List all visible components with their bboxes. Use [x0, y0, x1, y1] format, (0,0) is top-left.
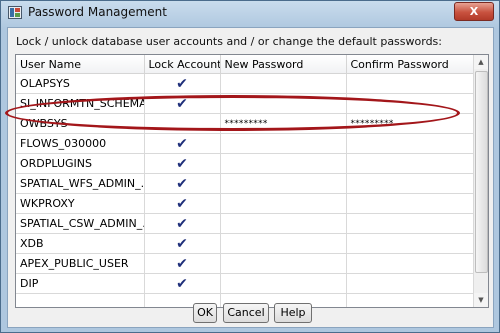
lock-account-cell[interactable]: ✔ [144, 173, 221, 194]
confirm-password-cell[interactable] [346, 233, 474, 254]
user-name-cell[interactable]: SPATIAL_WFS_ADMIN_... [16, 173, 145, 194]
lock-account-cell[interactable]: ✔ [144, 253, 221, 274]
table-row[interactable]: FLOWS_030000 ✔ [16, 133, 474, 154]
new-password-cell[interactable] [220, 133, 347, 154]
new-password-cell[interactable] [220, 173, 347, 194]
accounts-table: User Name Lock Account? New Password Con… [16, 55, 474, 307]
title-bar[interactable]: Password Management X [1, 1, 499, 25]
lock-account-cell[interactable]: ✔ [144, 153, 221, 174]
lock-account-cell[interactable]: ✔ [144, 233, 221, 254]
lock-account-cell[interactable]: ✔ [144, 213, 221, 234]
user-name-cell[interactable]: SPATIAL_CSW_ADMIN_... [16, 213, 145, 234]
user-name-cell[interactable]: OLAPSYS [16, 73, 145, 94]
highlight-ellipse [5, 95, 460, 131]
table-row[interactable]: ORDPLUGINS ✔ [16, 153, 474, 174]
column-header-new-password[interactable]: New Password [220, 55, 347, 74]
app-icon [8, 6, 22, 19]
table-header-row: User Name Lock Account? New Password Con… [16, 55, 474, 74]
new-password-cell[interactable] [220, 253, 347, 274]
table-row[interactable]: OLAPSYS ✔ [16, 73, 474, 94]
checkmark-icon: ✔ [176, 215, 188, 232]
column-header-user-name[interactable]: User Name [16, 55, 145, 74]
password-management-dialog: Password Management X Lock / unlock data… [0, 0, 500, 333]
new-password-cell[interactable] [220, 153, 347, 174]
checkmark-icon: ✔ [176, 275, 188, 292]
column-header-confirm-password[interactable]: Confirm Password [346, 55, 474, 74]
table-row[interactable]: APEX_PUBLIC_USER ✔ [16, 253, 474, 274]
scroll-thumb[interactable] [475, 71, 488, 273]
confirm-password-cell[interactable] [346, 273, 474, 294]
checkmark-icon: ✔ [176, 195, 188, 212]
table-row[interactable]: SPATIAL_WFS_ADMIN_... ✔ [16, 173, 474, 194]
user-name-cell[interactable]: ORDPLUGINS [16, 153, 145, 174]
confirm-password-cell[interactable] [346, 253, 474, 274]
user-name-cell[interactable]: DIP [16, 273, 145, 294]
checkmark-icon: ✔ [176, 255, 188, 272]
new-password-cell[interactable] [220, 233, 347, 254]
lock-account-cell[interactable]: ✔ [144, 73, 221, 94]
user-name-cell[interactable]: WKPROXY [16, 193, 145, 214]
table-row[interactable]: DIP ✔ [16, 273, 474, 294]
checkmark-icon: ✔ [176, 155, 188, 172]
table-row[interactable]: XDB ✔ [16, 233, 474, 254]
confirm-password-cell[interactable] [346, 73, 474, 94]
confirm-password-cell[interactable] [346, 173, 474, 194]
table-row[interactable]: SPATIAL_CSW_ADMIN_... ✔ [16, 213, 474, 234]
new-password-cell[interactable] [220, 273, 347, 294]
ok-button[interactable]: OK [193, 303, 217, 323]
close-button[interactable]: X [454, 2, 494, 21]
confirm-password-cell[interactable] [346, 153, 474, 174]
help-button[interactable]: Help [274, 303, 312, 323]
new-password-cell[interactable] [220, 73, 347, 94]
user-name-cell[interactable]: XDB [16, 233, 145, 254]
lock-account-cell[interactable]: ✔ [144, 273, 221, 294]
user-name-cell[interactable]: APEX_PUBLIC_USER [16, 253, 145, 274]
checkmark-icon: ✔ [176, 75, 188, 92]
scroll-up-icon[interactable]: ▲ [474, 55, 488, 69]
checkmark-icon: ✔ [176, 135, 188, 152]
cancel-button[interactable]: Cancel [223, 303, 269, 323]
window-title: Password Management [28, 5, 167, 19]
confirm-password-cell[interactable] [346, 213, 474, 234]
user-name-cell[interactable]: FLOWS_030000 [16, 133, 145, 154]
checkmark-icon: ✔ [176, 175, 188, 192]
column-header-lock-account[interactable]: Lock Account? [144, 55, 221, 74]
new-password-cell[interactable] [220, 213, 347, 234]
new-password-cell[interactable] [220, 193, 347, 214]
vertical-scrollbar[interactable]: ▲ ▼ [473, 55, 488, 307]
dialog-content: Lock / unlock database user accounts and… [7, 27, 494, 328]
checkmark-icon: ✔ [176, 235, 188, 252]
instructions-text: Lock / unlock database user accounts and… [16, 35, 442, 48]
lock-account-cell[interactable]: ✔ [144, 193, 221, 214]
confirm-password-cell[interactable] [346, 293, 474, 307]
accounts-table-container: User Name Lock Account? New Password Con… [15, 54, 489, 308]
table-row[interactable]: WKPROXY ✔ [16, 193, 474, 214]
close-icon: X [469, 5, 479, 18]
user-name-cell[interactable] [16, 293, 145, 307]
confirm-password-cell[interactable] [346, 133, 474, 154]
confirm-password-cell[interactable] [346, 193, 474, 214]
lock-account-cell[interactable]: ✔ [144, 133, 221, 154]
scroll-down-icon[interactable]: ▼ [474, 293, 488, 307]
